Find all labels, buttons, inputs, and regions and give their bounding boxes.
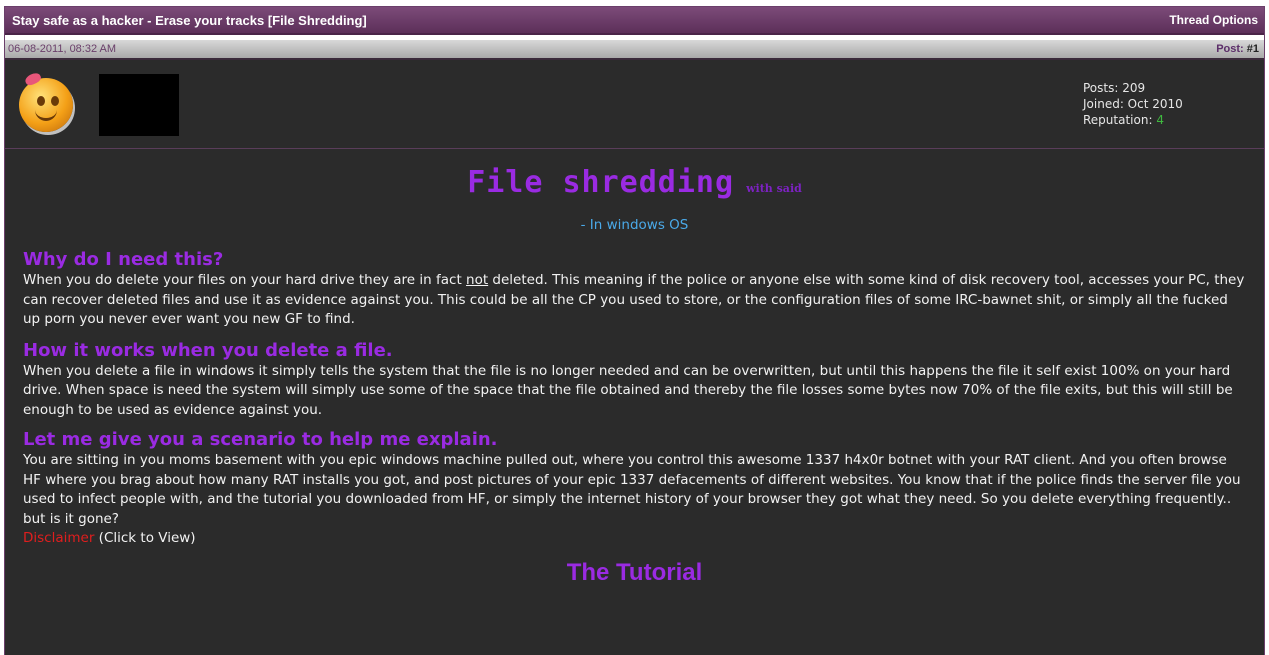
post-title-suffix: with said [746,182,802,195]
section-heading-why: Why do I need this? [23,249,224,270]
section-text-why-part1: When you do delete your files on your ha… [23,272,467,288]
author-reputation: Reputation: 4 [1083,112,1183,128]
post-title-row: File shredding with said [23,165,1246,207]
post-subtitle: - In windows OS [580,217,689,233]
post-body: File shredding with said - In windows OS … [5,165,1264,587]
post-container: Stay safe as a hacker - Erase your track… [4,6,1265,655]
post-meta-bar: 06-08-2011, 08:32 AM Post: #1 [5,40,1264,60]
thread-title: Stay safe as a hacker - Erase your track… [12,12,367,28]
avatar-eye-right [51,96,59,106]
author-joined: Joined: Oct 2010 [1083,97,1183,111]
post-main-title: File shredding [467,165,735,200]
disclaimer-row: Disclaimer (Click to View) [23,529,1246,549]
author-posts: Posts: 209 [1083,81,1146,95]
section-heading-how: How it works when you delete a file. [23,339,393,361]
section-text-scenario: You are sitting in you moms basement wit… [23,452,1241,527]
thread-header: Stay safe as a hacker - Erase your track… [5,7,1264,35]
disclaimer-link[interactable]: Disclaimer [23,530,94,546]
avatar[interactable] [17,71,79,136]
author-stats: Posts: 209 Joined: Oct 2010 Reputation: … [1083,80,1183,128]
smiley-face-icon [19,78,73,132]
underlined-not: not [466,272,489,288]
avatar-eye-left [37,96,45,106]
post-number-label: Post: [1216,43,1247,55]
post-number-value: #1 [1246,43,1259,55]
post-date: 06-08-2011, 08:32 AM [8,43,117,55]
redacted-username [99,74,179,136]
section-text-why: When you do delete your files on your ha… [23,271,1246,330]
tutorial-heading: The Tutorial [566,558,703,586]
reputation-value[interactable]: 4 [1156,113,1164,127]
thread-options-link[interactable]: Thread Options [1169,13,1258,27]
author-info: Posts: 209 Joined: Oct 2010 Reputation: … [5,60,1264,149]
section-heading-scenario: Let me give you a scenario to help me ex… [23,429,498,450]
click-to-view-label[interactable]: (Click to View) [94,530,196,546]
section-text-how: When you delete a file in windows it sim… [23,362,1233,418]
reputation-label: Reputation: [1083,113,1157,127]
post-number-link[interactable]: Post: #1 [1216,43,1259,55]
